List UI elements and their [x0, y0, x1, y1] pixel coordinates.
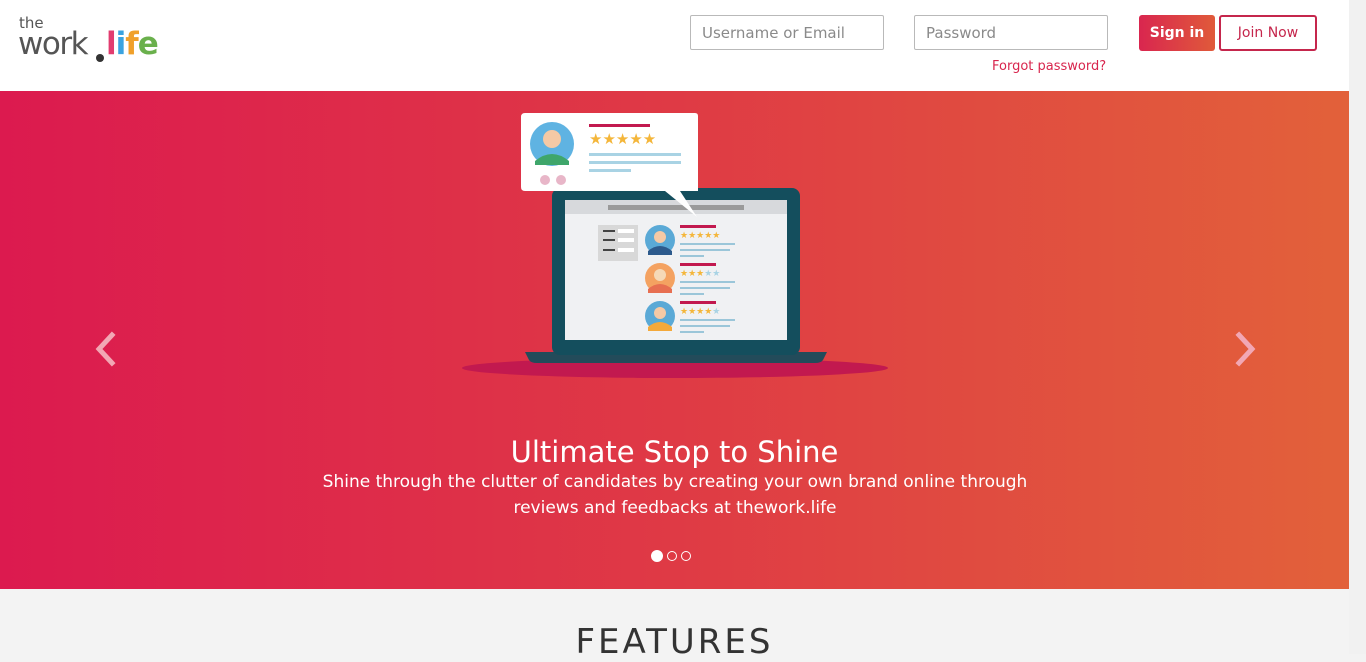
hero-title: Ultimate Stop to Shine: [510, 435, 839, 469]
sign-in-button[interactable]: Sign in: [1139, 15, 1215, 51]
carousel-dot-1[interactable]: [651, 550, 663, 562]
logo-work: work: [18, 26, 89, 62]
hero-subtitle: Shine through the clutter of candidates …: [322, 472, 1028, 518]
logo-letter: f: [125, 26, 138, 62]
svg-text:★★★★★: ★★★★★: [589, 130, 656, 148]
carousel-indicators: [651, 550, 691, 565]
carousel-dot-3[interactable]: [681, 551, 691, 561]
page-scrollbar[interactable]: [1349, 0, 1366, 654]
username-input[interactable]: [690, 15, 884, 50]
chevron-right-icon[interactable]: [1230, 331, 1260, 367]
review-laptop-illustration: ★★★★★ ★★★★★ ★★★★★ ★★★★★: [462, 113, 888, 378]
carousel-dot-2[interactable]: [667, 551, 677, 561]
svg-text:★★★★★: ★★★★★: [680, 307, 720, 317]
logo-life: life: [106, 26, 159, 62]
logo-letter: e: [137, 26, 159, 62]
password-input[interactable]: [914, 15, 1108, 50]
site-logo[interactable]: the work life: [18, 16, 178, 66]
site-header: the work life Forgot password? Sign in J…: [0, 0, 1366, 91]
features-heading: FEATURES: [575, 622, 774, 662]
chevron-left-icon[interactable]: [92, 331, 122, 367]
logo-dot: [96, 54, 104, 62]
svg-text:★★★★★: ★★★★★: [680, 269, 720, 279]
logo-letter: l: [106, 26, 117, 62]
join-now-button[interactable]: Join Now: [1219, 15, 1317, 51]
svg-text:★★★★★: ★★★★★: [680, 231, 720, 241]
logo-letter: i: [115, 26, 127, 62]
forgot-password-link[interactable]: Forgot password?: [992, 59, 1106, 74]
hero-carousel: ★★★★★ ★★★★★ ★★★★★ ★★★★★ Ultimate Stop to…: [0, 91, 1349, 589]
